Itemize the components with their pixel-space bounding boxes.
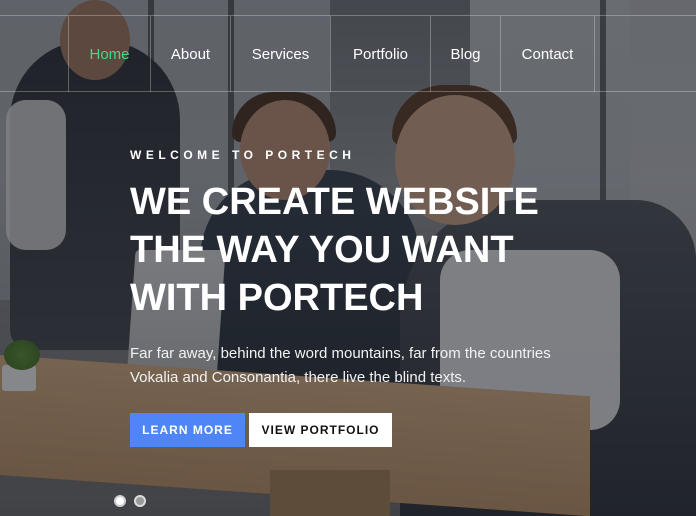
nav-item-about[interactable]: About (150, 16, 230, 92)
hero-headline-line: WE CREATE WEBSITE (130, 181, 539, 223)
hero-description-line: Vokalia and Consonantia, there live the … (130, 369, 467, 386)
hero-description-line: Far far away, behind the word mountains,… (130, 345, 551, 362)
carousel-dot-1[interactable] (114, 495, 126, 507)
main-navigation: Home About Services Portfolio Blog Conta… (0, 15, 696, 92)
nav-item-home[interactable]: Home (68, 16, 150, 92)
view-portfolio-button[interactable]: VIEW PORTFOLIO (249, 413, 392, 447)
nav-item-services[interactable]: Services (230, 16, 330, 92)
hero-headline: WE CREATE WEBSITE THE WAY YOU WANT WITH … (130, 178, 600, 322)
nav-item-blog[interactable]: Blog (430, 16, 500, 92)
nav-item-portfolio[interactable]: Portfolio (330, 16, 430, 92)
hero-headline-line: THE WAY YOU WANT (130, 229, 514, 271)
learn-more-button[interactable]: LEARN MORE (130, 413, 245, 447)
hero-eyebrow: WELCOME TO PORTECH (130, 148, 356, 162)
hero-headline-line: WITH PORTECH (130, 277, 424, 319)
carousel-dot-2[interactable] (134, 495, 146, 507)
nav-item-contact[interactable]: Contact (500, 16, 595, 92)
hero-description: Far far away, behind the word mountains,… (130, 342, 600, 390)
